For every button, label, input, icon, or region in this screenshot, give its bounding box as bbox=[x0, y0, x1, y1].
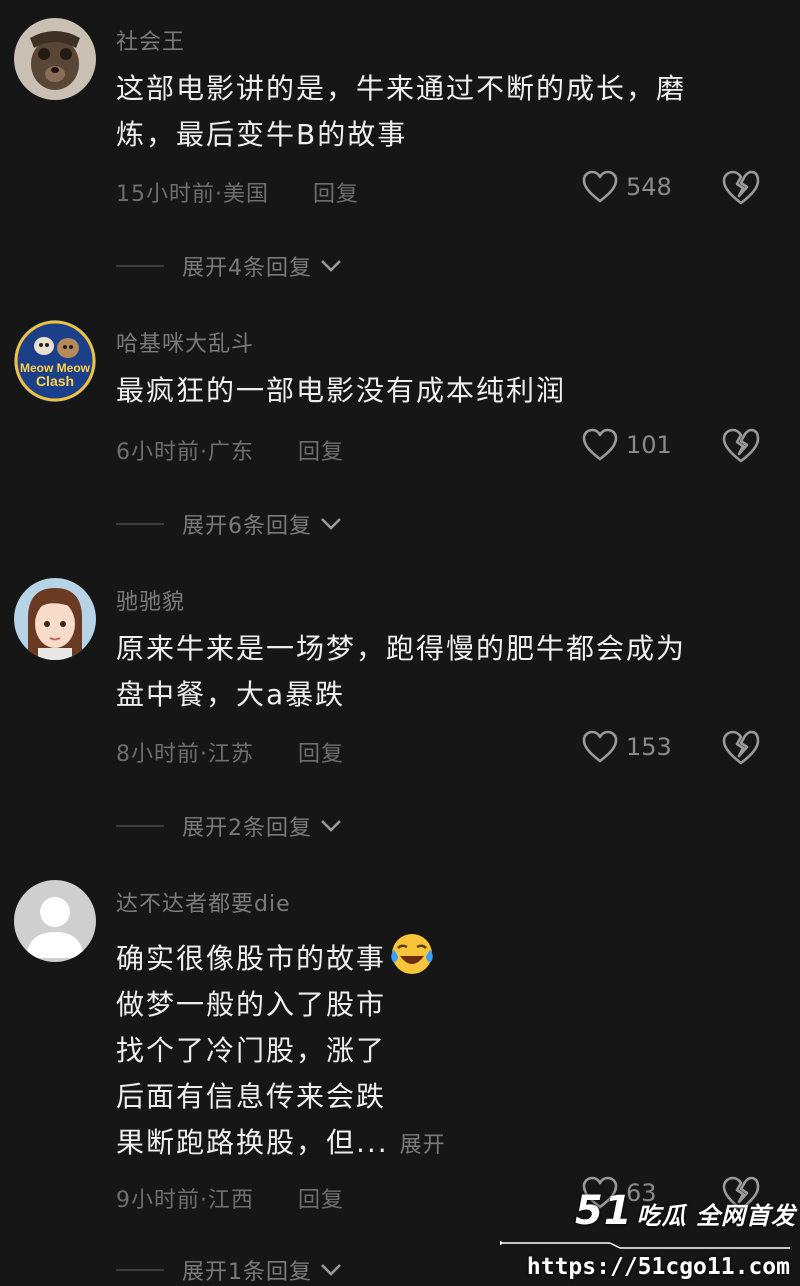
divider-dash bbox=[116, 265, 164, 267]
comment-line: 这部电影讲的是，牛来通过不断的成长，磨 bbox=[116, 72, 687, 105]
divider-dash bbox=[116, 1269, 164, 1271]
expand-label: 展开2条回复 bbox=[182, 816, 312, 841]
watermark-brand-number: 51 bbox=[574, 1188, 633, 1234]
comment-line: 最疯狂的一部电影没有成本纯利润 bbox=[116, 374, 567, 407]
dislike-button[interactable] bbox=[722, 730, 760, 766]
expand-label: 展开4条回复 bbox=[182, 256, 312, 281]
comment-line: 果断跑路换股，但... bbox=[116, 1126, 389, 1159]
watermark-brand-text: 吃瓜 全网首发 bbox=[636, 1202, 796, 1230]
expand-replies-button[interactable]: 展开6条回复 bbox=[116, 508, 342, 540]
expand-label: 展开6条回复 bbox=[182, 514, 312, 539]
divider-dash bbox=[116, 825, 164, 827]
laughing-crying-emoji-icon bbox=[391, 934, 433, 974]
like-button[interactable]: 101 bbox=[582, 428, 672, 462]
reply-button[interactable]: 回复 bbox=[298, 742, 344, 767]
comment-line: 确实很像股市的故事 bbox=[116, 942, 387, 975]
username[interactable]: 社会王 bbox=[116, 24, 185, 56]
like-count: 153 bbox=[626, 733, 672, 761]
chevron-down-icon bbox=[321, 260, 341, 272]
watermark-url: https://51cgo11.com bbox=[526, 1254, 790, 1280]
dislike-button[interactable] bbox=[722, 428, 760, 464]
comment-text: 最疯狂的一部电影没有成本纯利润 bbox=[116, 368, 756, 414]
chevron-down-icon bbox=[321, 1264, 341, 1276]
comment-meta: 9小时前·江西 回复 bbox=[116, 1182, 344, 1214]
like-count: 548 bbox=[626, 173, 672, 201]
comment-text: 原来牛来是一场梦，跑得慢的肥牛都会成为 盘中餐，大a暴跌 bbox=[116, 626, 756, 718]
avatar-logo-text: Clash bbox=[36, 373, 74, 389]
reply-button[interactable]: 回复 bbox=[313, 182, 359, 207]
heart-icon bbox=[582, 730, 618, 763]
comment-text: 这部电影讲的是，牛来通过不断的成长，磨 炼，最后变牛B的故事 bbox=[116, 66, 756, 158]
comment-line: 盘中餐，大a暴跌 bbox=[116, 678, 346, 711]
dislike-button[interactable] bbox=[722, 170, 760, 206]
chevron-down-icon bbox=[321, 518, 341, 530]
comment-line: 炼，最后变牛B的故事 bbox=[116, 118, 408, 151]
watermark: 51 吃瓜 全网首发 https://51cgo11.com bbox=[500, 1180, 800, 1284]
time-location: 15小时前·美国 bbox=[116, 182, 269, 207]
like-button[interactable]: 548 bbox=[582, 170, 672, 204]
comment-text: 确实很像股市的故事 做梦一般的入了股市 找个了冷门股，涨了 后面有信息传来会跌 … bbox=[116, 932, 756, 1169]
chevron-down-icon bbox=[321, 820, 341, 832]
comment-line: 找个了冷门股，涨了 bbox=[116, 1034, 387, 1067]
username[interactable]: 哈基咪大乱斗 bbox=[116, 326, 254, 358]
username[interactable]: 达不达者都要die bbox=[116, 886, 291, 918]
heart-icon bbox=[582, 170, 618, 203]
time-location: 8小时前·江苏 bbox=[116, 742, 254, 767]
comment-line: 做梦一般的入了股市 bbox=[116, 988, 387, 1021]
avatar[interactable] bbox=[14, 578, 96, 660]
heart-icon bbox=[582, 428, 618, 461]
comment-meta: 8小时前·江苏 回复 bbox=[116, 736, 344, 768]
broken-heart-icon bbox=[722, 428, 760, 463]
time-location: 9小时前·江西 bbox=[116, 1188, 254, 1213]
watermark-circuit-lines bbox=[500, 1241, 790, 1249]
expand-replies-button[interactable]: 展开4条回复 bbox=[116, 250, 342, 282]
username[interactable]: 驰驰貌 bbox=[116, 584, 185, 616]
broken-heart-icon bbox=[722, 170, 760, 205]
expand-replies-button[interactable]: 展开2条回复 bbox=[116, 810, 342, 842]
comment-meta: 6小时前·广东 回复 bbox=[116, 434, 344, 466]
divider-dash bbox=[116, 523, 164, 525]
comment-line: 原来牛来是一场梦，跑得慢的肥牛都会成为 bbox=[116, 632, 687, 665]
comment-meta: 15小时前·美国 回复 bbox=[116, 176, 359, 208]
expand-text-button[interactable]: 展开 bbox=[400, 1133, 446, 1158]
watermark-brand: 51 吃瓜 全网首发 bbox=[575, 1188, 796, 1234]
like-button[interactable]: 153 bbox=[582, 730, 672, 764]
time-location: 6小时前·广东 bbox=[116, 440, 254, 465]
avatar[interactable]: Meow Meow Clash bbox=[14, 320, 96, 402]
expand-label: 展开1条回复 bbox=[182, 1260, 312, 1285]
expand-replies-button[interactable]: 展开1条回复 bbox=[116, 1254, 342, 1286]
avatar[interactable] bbox=[14, 18, 96, 100]
reply-button[interactable]: 回复 bbox=[298, 440, 344, 465]
broken-heart-icon bbox=[722, 730, 760, 765]
like-count: 101 bbox=[626, 431, 672, 459]
reply-button[interactable]: 回复 bbox=[298, 1188, 344, 1213]
comment-line: 后面有信息传来会跌 bbox=[116, 1080, 387, 1113]
avatar[interactable] bbox=[14, 880, 96, 962]
